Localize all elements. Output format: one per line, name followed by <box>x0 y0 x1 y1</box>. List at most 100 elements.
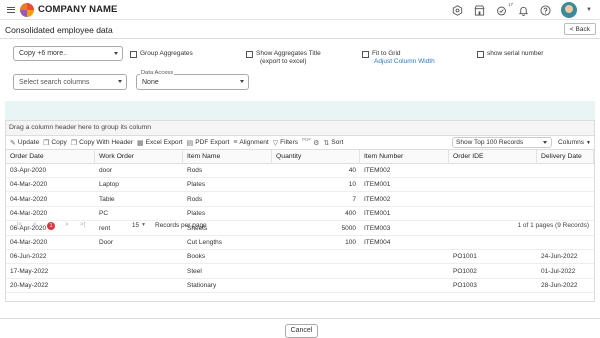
back-button[interactable]: < Back <box>563 23 596 35</box>
table-row[interactable]: 17-May-2022 Steel PO1002 01-Jul-2022 <box>6 265 594 279</box>
table-cell: 03-Apr-2020 <box>10 167 47 174</box>
table-cell <box>95 250 183 264</box>
checkbox-box[interactable] <box>246 50 253 58</box>
sort-label: Sort <box>331 139 344 146</box>
columns-label: Columns <box>558 139 585 146</box>
table-row[interactable]: 04-Mar-2020 Laptop Plates 10 ITEM001 <box>6 178 594 193</box>
cancel-button[interactable]: Cancel <box>285 324 318 338</box>
chevron-down-icon[interactable]: ▼ <box>586 7 592 13</box>
pager: |< < 1 > >| 15 ▼ Records per page 1 of 1… <box>5 220 595 234</box>
table-cell <box>537 236 594 250</box>
show-aggregates-title-checkbox[interactable]: Show Aggregates Title (export to excel) <box>246 50 321 66</box>
table-cell: door <box>99 167 113 174</box>
column-header[interactable]: Delivery Date <box>537 150 594 164</box>
chevron-down-icon <box>543 140 548 144</box>
table-cell: 04-Mar-2020 <box>10 181 48 189</box>
copy-icon: ❐ <box>43 139 50 147</box>
sort-button[interactable]: ⇅ Sort <box>323 139 343 147</box>
table-row[interactable]: 04-Mar-2020 Table Rods 7 ITEM002 <box>6 193 594 207</box>
table-cell: 7 <box>352 195 356 203</box>
menu-icon[interactable] <box>7 5 15 14</box>
group-aggregates-checkbox[interactable]: Group Aggregates <box>130 50 193 58</box>
filter-band <box>5 101 595 120</box>
prev-page-button[interactable]: < <box>33 222 37 228</box>
show-agg-title-text: Show Aggregates Title <box>256 50 321 57</box>
table-cell <box>360 279 449 293</box>
filter-icon: ▽ <box>272 139 279 147</box>
page-size-label: Records per page <box>155 222 207 229</box>
table-cell: 28-Jun-2022 <box>541 282 578 290</box>
chevron-down-icon <box>240 80 244 83</box>
search-columns-select[interactable]: Select search columns <box>13 74 127 90</box>
data-access-select[interactable]: None <box>136 74 249 90</box>
table-cell: 100 <box>345 239 356 246</box>
table-cell: Books <box>187 253 206 261</box>
page-size-select[interactable]: 15 <box>132 222 139 229</box>
group-panel[interactable]: Drag a column header here to group its c… <box>6 121 594 135</box>
table-row[interactable]: 03-Apr-2020 door Rods 40 ITEM002 <box>6 164 594 178</box>
column-header[interactable]: Item Name <box>183 150 272 164</box>
column-header[interactable]: Order Date <box>6 150 95 164</box>
records-select[interactable]: Show Top 100 Records <box>452 137 553 148</box>
table-cell: 20-May-2022 <box>10 282 49 290</box>
show-agg-title-sub: (export to excel) <box>260 58 307 65</box>
columns-button[interactable]: Columns ▼ <box>558 137 591 148</box>
update-button[interactable]: ✎ Update <box>10 139 39 147</box>
excel-export-button[interactable]: ▦ Excel Export <box>137 139 183 147</box>
grid-toolbar: ✎ Update ❐ Copy ❐ Copy With Header ▦ Excel E… <box>6 135 594 150</box>
table-row[interactable]: 20-May-2022 Stationary PO1003 28-Jun-2022 <box>6 279 594 294</box>
table-cell <box>449 236 537 250</box>
table-cell: PO1001 <box>453 253 477 261</box>
show-serial-checkbox[interactable]: show serial number <box>477 50 543 58</box>
settings-hex-icon[interactable] <box>451 4 464 17</box>
adjust-column-width-link[interactable]: Adjust Column Width <box>374 58 435 65</box>
fit-to-grid-checkbox[interactable]: Fit to Grid <box>362 50 401 58</box>
current-page[interactable]: 1 <box>47 222 55 230</box>
table-cell: 06-Jun-2022 <box>10 253 47 261</box>
table-row[interactable]: 06-Jun-2022 Books PO1001 24-Jun-2022 <box>6 250 594 265</box>
copy-select[interactable]: Copy +6 more.. <box>13 46 123 61</box>
pdf-settings-button[interactable]: PDF ⚙ <box>302 137 319 147</box>
last-page-button[interactable]: >| <box>80 222 85 228</box>
column-header[interactable]: Item Number <box>360 150 449 164</box>
checkbox-box[interactable] <box>477 50 484 58</box>
chevron-down-icon[interactable]: ▼ <box>141 222 146 228</box>
table-cell: Door <box>99 239 114 246</box>
align-icon: ≡ <box>233 139 238 146</box>
table-cell <box>537 193 594 207</box>
back-label: Back <box>575 25 590 33</box>
avatar[interactable] <box>561 2 578 18</box>
page-title: Consolidated employee data <box>5 25 113 35</box>
column-header[interactable]: Work Order <box>95 150 183 164</box>
next-page-button[interactable]: > <box>65 222 69 228</box>
pdf-small-label: PDF <box>302 137 312 142</box>
activity-icon[interactable]: 17 <box>495 2 513 17</box>
store-icon[interactable] <box>473 4 486 17</box>
copy-with-header-button[interactable]: ❐ Copy With Header <box>71 139 133 147</box>
table-cell: Stationary <box>187 282 217 290</box>
table-row[interactable]: 04-Mar-2020 Door Cut Lengths 100 ITEM004 <box>6 236 594 250</box>
table-cell: PO1002 <box>453 267 477 275</box>
table-cell <box>272 250 360 264</box>
show-aggregates-title-label: Show Aggregates Title (export to excel) <box>256 50 321 66</box>
bell-icon[interactable] <box>517 4 530 17</box>
checkbox-box[interactable] <box>362 50 369 58</box>
update-label: Update <box>17 139 40 146</box>
table-cell <box>95 265 183 279</box>
alignment-button[interactable]: ≡ Alignment <box>233 139 268 146</box>
column-header[interactable]: Quantity <box>272 150 360 164</box>
pager-info: 1 of 1 pages (9 Records) <box>517 222 589 229</box>
pdf-export-button[interactable]: ▤ PDF Export <box>187 139 230 147</box>
filters-button[interactable]: ▽ Filters <box>273 139 298 147</box>
table-header: Order Date Work Order Item Name Quantity Ite… <box>6 150 594 164</box>
checkbox-box[interactable] <box>130 50 137 58</box>
first-page-button[interactable]: |< <box>17 222 22 228</box>
table-cell: 10 <box>348 181 356 189</box>
table-cell: 04-Mar-2020 <box>10 195 48 203</box>
copy-button[interactable]: ❐ Copy <box>43 139 67 147</box>
copy-select-value: Copy +6 more.. <box>19 50 68 57</box>
table-cell: Steel <box>187 267 202 275</box>
table-cell: Cut Lengths <box>187 239 223 246</box>
column-header[interactable]: Order IDE <box>449 150 537 164</box>
help-icon[interactable] <box>539 4 552 17</box>
